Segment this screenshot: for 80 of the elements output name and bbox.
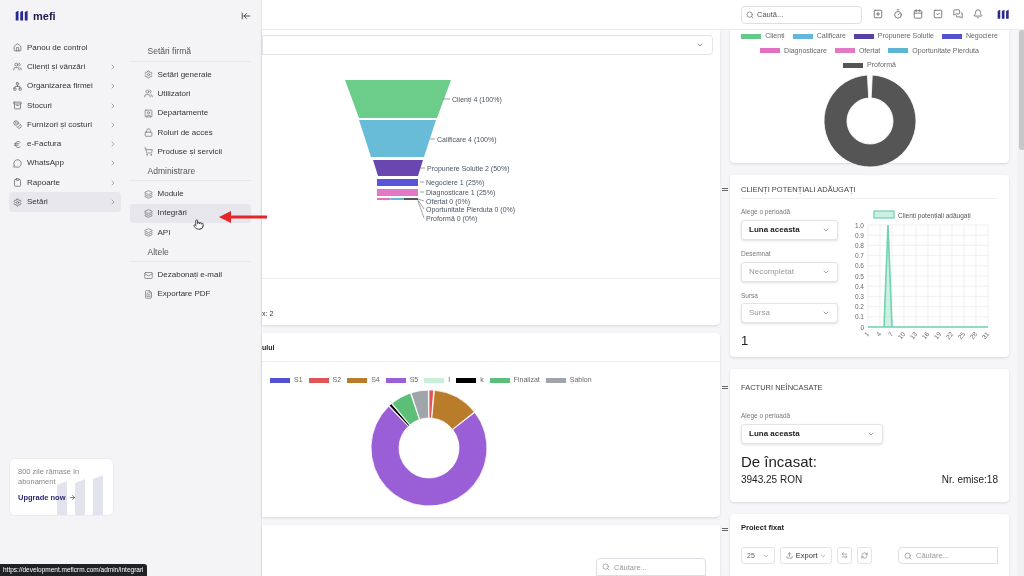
file-icon [143,289,153,299]
search-icon [904,551,912,560]
nav-item[interactable]: Stocuri [9,95,121,116]
swap-icon [841,552,849,560]
settings-icon [13,197,22,207]
refresh-button[interactable] [857,547,873,565]
section-title: Altele [129,242,251,263]
chevron-icon [820,552,827,559]
drag-handle[interactable] [722,528,728,531]
submenu-item[interactable]: Utilizatori [129,84,251,104]
nav-item[interactable]: Furnizori și costuri [9,115,121,135]
archive-icon [13,101,22,111]
submenu-item[interactable]: Produse și servicii [129,142,251,162]
calendar-icon[interactable] [913,9,923,20]
layers-icon [143,189,153,199]
home-icon [13,43,22,53]
chat-bubble-icon [13,158,22,168]
network-icon [13,81,22,91]
submenu-item[interactable]: Dezabonați e-mail [129,265,251,285]
leader-line [429,138,436,140]
search-icon [602,563,610,571]
leader-line [442,98,451,100]
search-icon [746,10,754,19]
brand-name: mefi [33,8,56,24]
nav-item[interactable]: Organizarea firmei [9,76,121,96]
amount-heading: De încasat: [741,453,818,471]
euro-icon [13,139,22,149]
layers-icon [143,228,153,238]
select-field[interactable]: Luna aceasta [741,424,883,444]
pointer-arrow [219,211,267,223]
logo-icon [15,10,29,22]
submenu-item[interactable]: Setări generale [129,65,251,85]
section-title: Setări firmă [129,42,251,62]
submenu-item[interactable]: Roluri de acces [129,122,251,143]
nav-item[interactable]: WhatsApp [9,153,121,174]
select-field[interactable]: Luna aceasta [741,219,838,240]
drag-handle[interactable] [722,386,728,389]
arrow-right-icon [68,494,76,502]
nav-item[interactable]: Clienți și vânzări [9,57,121,77]
messages-icon[interactable] [953,9,963,20]
settings-icon [143,70,153,80]
chevron-icon [696,41,704,49]
logo-icon [997,9,1010,20]
amount-value: 3943.25 RON [741,473,803,487]
leader-line [419,191,425,193]
legend-swatch [873,210,895,219]
users-icon [143,89,153,99]
scrollbar[interactable] [1018,30,1024,576]
lead-count: 1 [741,332,750,351]
add-icon[interactable] [873,9,883,20]
cart-icon [143,147,153,157]
chevron-icon [762,552,769,559]
mail-icon [143,270,153,280]
nav-item[interactable]: e-Factura [9,134,121,154]
layers-icon [143,208,153,218]
nav-item[interactable]: Panou de control [9,38,121,58]
nav-item[interactable]: Setări [9,192,121,212]
users-icon [13,62,22,72]
coins-icon [13,120,22,130]
collapse-icon[interactable] [241,11,251,21]
leader-line [419,167,426,169]
refresh-icon [861,552,869,560]
nav-item[interactable]: Rapoarte [9,173,121,193]
leader-line [419,181,425,183]
submenu-item[interactable]: Exportare PDF [129,284,251,304]
timer-icon[interactable] [893,9,903,20]
submenu-item[interactable]: API [129,223,251,243]
upload-icon [785,552,793,560]
cursor-icon [193,219,204,230]
submenu-item[interactable]: Module [129,184,251,204]
section-title: Administrare [129,161,251,182]
lock-icon [143,128,153,138]
task-icon[interactable] [933,9,943,20]
clipboard-icon [13,178,22,188]
chevron-icon [867,430,875,438]
bell-icon[interactable] [973,9,983,20]
issued-count: Nr. emise:18 [941,473,998,487]
submenu-item[interactable]: Departamente [129,103,251,123]
user-card-icon [143,108,153,118]
drag-handle[interactable] [722,188,728,191]
